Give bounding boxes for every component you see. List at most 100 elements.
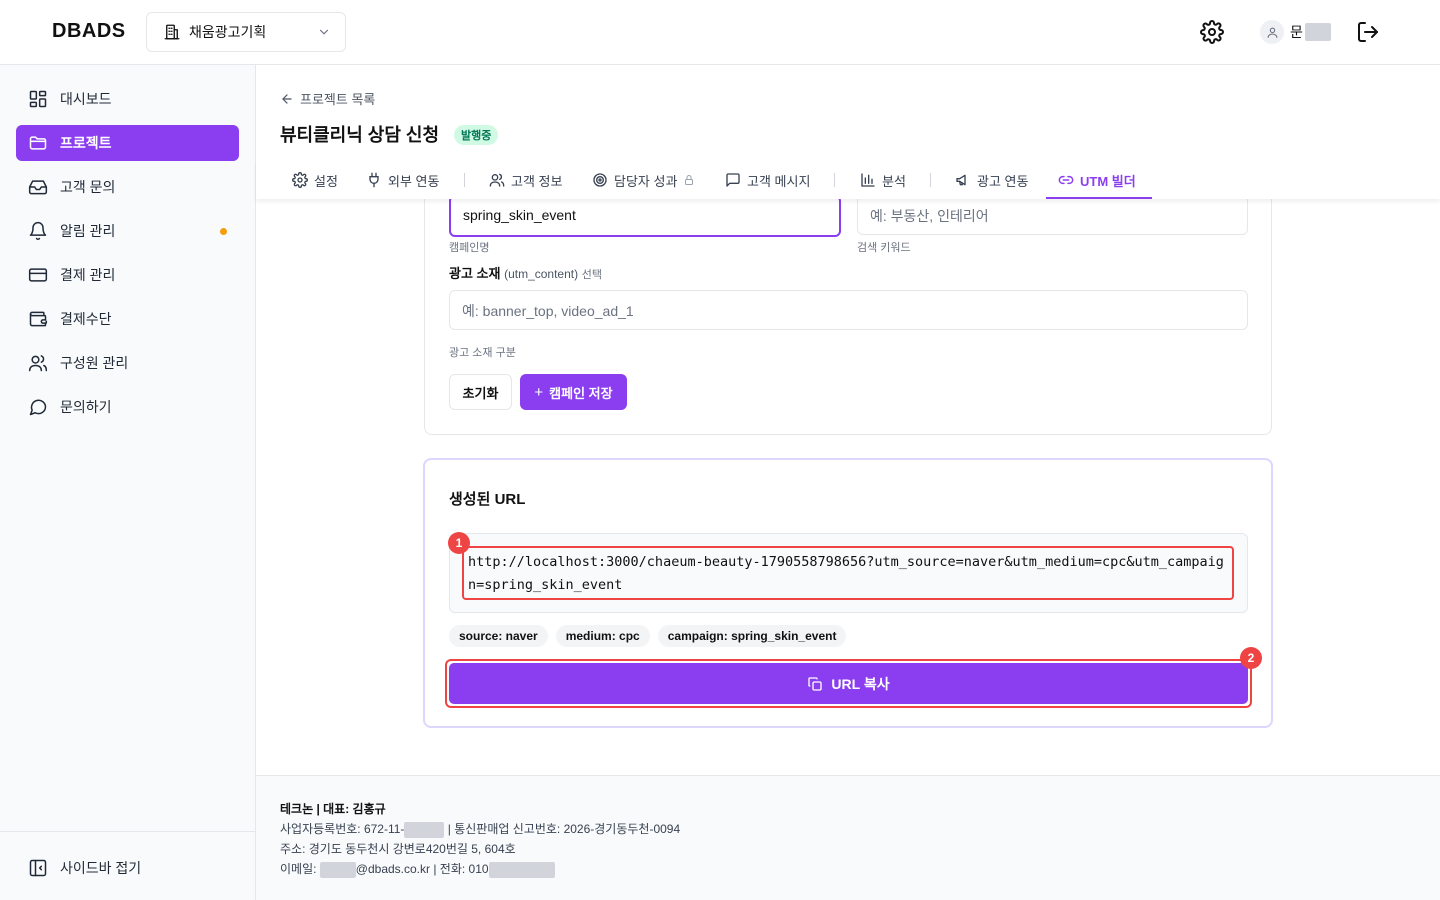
sidebar: 대시보드 프로젝트 고객 문의 알림 관리 결제 관리 결제수단 구성원 관리 … xyxy=(0,65,256,900)
tab-ad-integrations[interactable]: 광고 연동 xyxy=(955,161,1028,199)
inbox-icon xyxy=(28,177,48,197)
message-icon xyxy=(725,172,741,188)
utm-form-card: spring_skin_event 캠페인명 예: 부동산, 인테리어 검색 키… xyxy=(424,175,1272,435)
user-name: 문 xyxy=(1290,24,1303,40)
app-logo[interactable]: DBADS xyxy=(52,20,126,43)
tab-label: 분석 xyxy=(882,173,906,189)
page-title: 뷰티클리닉 상담 신청 xyxy=(280,125,440,145)
generated-url-title: 생성된 URL xyxy=(449,491,526,508)
sidebar-item-label: 구성원 관리 xyxy=(60,355,129,371)
tab-separator xyxy=(930,173,931,187)
folder-icon xyxy=(28,133,48,153)
tab-settings[interactable]: 설정 xyxy=(292,161,338,199)
footer-email-suffix: @dbads.co.kr | 전화: 010 xyxy=(355,862,489,876)
target-icon xyxy=(592,172,608,188)
page-footer: 테크논 | 대표: 김홍규 사업자등록번호: 672-11- | 통신판매업 신… xyxy=(256,775,1440,900)
status-badge: 발행중 xyxy=(454,125,499,145)
sidebar-item-label: 고객 문의 xyxy=(60,179,116,195)
avatar-user-icon xyxy=(1260,20,1284,44)
footer-company: 테크논 | 대표: 김홍규 xyxy=(280,802,386,816)
footer-address: 주소: 경기도 동두천시 강변로420번길 5, 604호 xyxy=(280,842,516,856)
generated-url-text[interactable]: http://localhost:3000/chaeum-beauty-1790… xyxy=(462,546,1234,600)
content-help-text: 광고 소재 구분 xyxy=(449,347,516,359)
sidebar-item-members[interactable]: 구성원 관리 xyxy=(16,345,239,381)
tab-label: 고객 정보 xyxy=(511,173,563,189)
copy-url-button[interactable]: URL 복사 xyxy=(449,663,1248,704)
term-input[interactable]: 예: 부동산, 인테리어 xyxy=(857,195,1248,235)
top-header: DBADS 채움광고기획 문 xyxy=(0,0,1440,65)
credit-card-icon xyxy=(28,265,48,285)
organization-name: 채움광고기획 xyxy=(189,24,267,40)
tab-staff-performance[interactable]: 담당자 성과 xyxy=(592,161,695,199)
content-param-text: (utm_content) xyxy=(504,267,579,281)
sidebar-item-label: 프로젝트 xyxy=(60,135,112,151)
chip-medium: medium: cpc xyxy=(555,625,650,647)
chat-bubble-icon xyxy=(28,397,48,417)
content-field-label: 광고 소재 (utm_content) 선택 xyxy=(449,263,602,282)
bell-icon xyxy=(28,221,48,241)
sidebar-item-dashboard[interactable]: 대시보드 xyxy=(16,81,239,117)
logout-icon[interactable] xyxy=(1356,20,1380,44)
user-menu[interactable]: 문 xyxy=(1260,20,1331,44)
dashboard-icon xyxy=(28,89,48,109)
tab-label: UTM 빌더 xyxy=(1080,173,1136,189)
link-icon xyxy=(1058,172,1074,188)
content-label-text: 광고 소재 xyxy=(449,266,501,281)
chevron-down-icon xyxy=(317,25,331,39)
tab-label: 광고 연동 xyxy=(977,173,1029,189)
tab-separator xyxy=(834,173,835,187)
redaction-block xyxy=(404,821,445,838)
footer-business-info: 사업자등록번호: 672-11- | 통신판매업 신고번호: 2026-경기동두… xyxy=(280,820,680,838)
generated-url-card: 생성된 URL http://localhost:3000/chaeum-bea… xyxy=(423,458,1273,728)
content-input[interactable]: 예: banner_top, video_ad_1 xyxy=(449,290,1248,330)
bar-chart-icon xyxy=(860,172,876,188)
sidebar-item-label: 대시보드 xyxy=(60,91,112,107)
copy-url-highlight: URL 복사 xyxy=(445,659,1252,708)
tab-label: 고객 메시지 xyxy=(747,173,811,189)
back-to-projects-link[interactable]: 프로젝트 목록 xyxy=(280,89,375,108)
copy-url-label: URL 복사 xyxy=(831,675,890,692)
sidebar-item-payment-methods[interactable]: 결제수단 xyxy=(16,301,239,337)
utm-param-chips: source: naver medium: cpc campaign: spri… xyxy=(449,625,847,647)
sidebar-item-notifications[interactable]: 알림 관리 xyxy=(16,213,239,249)
tab-integrations[interactable]: 외부 연동 xyxy=(366,161,439,199)
users-icon xyxy=(489,172,505,188)
chip-source: source: naver xyxy=(449,625,548,647)
sidebar-collapse-label: 사이드바 접기 xyxy=(60,860,142,876)
redaction-block xyxy=(488,861,555,878)
sidebar-item-label: 결제 관리 xyxy=(60,267,116,283)
plus-icon: + xyxy=(534,383,544,401)
sidebar-item-projects[interactable]: 프로젝트 xyxy=(16,125,239,161)
megaphone-icon xyxy=(955,172,971,188)
footer-email-prefix: 이메일: xyxy=(280,862,320,876)
organization-select[interactable]: 채움광고기획 xyxy=(146,12,346,52)
settings-gear-icon[interactable] xyxy=(1200,20,1224,44)
save-campaign-button[interactable]: + 캠페인 저장 xyxy=(520,374,627,410)
sidebar-collapse-icon xyxy=(28,858,48,878)
sidebar-item-contact[interactable]: 문의하기 xyxy=(16,389,239,425)
notification-dot xyxy=(220,228,227,235)
sidebar-footer: 사이드바 접기 xyxy=(0,831,255,900)
generated-url-box: http://localhost:3000/chaeum-beauty-1790… xyxy=(449,533,1248,613)
arrow-left-icon xyxy=(280,92,294,106)
tab-label: 담당자 성과 xyxy=(614,173,678,189)
active-tab-indicator xyxy=(1046,197,1152,199)
tab-utm-builder[interactable]: UTM 빌더 xyxy=(1058,161,1136,199)
sidebar-item-inquiries[interactable]: 고객 문의 xyxy=(16,169,239,205)
tab-label: 외부 연동 xyxy=(388,173,440,189)
save-campaign-label: 캠페인 저장 xyxy=(549,385,613,401)
sidebar-item-label: 결제수단 xyxy=(60,311,112,327)
tab-customer-messages[interactable]: 고객 메시지 xyxy=(725,161,810,199)
sidebar-item-label: 알림 관리 xyxy=(60,223,116,239)
sidebar-item-billing[interactable]: 결제 관리 xyxy=(16,257,239,293)
chip-campaign: campaign: spring_skin_event xyxy=(657,625,847,647)
tab-label: 설정 xyxy=(314,173,338,189)
footer-biz-suffix: | 통신판매업 신고번호: 2026-경기동두천-0094 xyxy=(444,822,681,836)
reset-button[interactable]: 초기화 xyxy=(449,374,512,410)
tab-analytics[interactable]: 분석 xyxy=(860,161,906,199)
footer-contact: 이메일: @dbads.co.kr | 전화: 010 xyxy=(280,860,555,878)
sidebar-collapse-button[interactable]: 사이드바 접기 xyxy=(16,850,141,886)
campaign-name-input[interactable]: spring_skin_event xyxy=(449,195,841,237)
footer-biz-prefix: 사업자등록번호: 672-11- xyxy=(280,822,405,836)
tab-customer-info[interactable]: 고객 정보 xyxy=(489,161,562,199)
